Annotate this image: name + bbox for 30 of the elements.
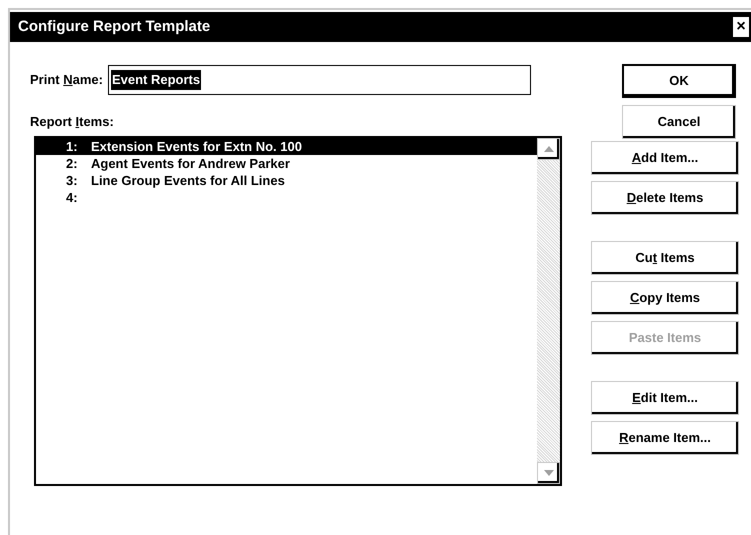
scrollbar[interactable]	[537, 138, 560, 484]
print-name-label: Print Name:	[30, 71, 103, 90]
item-text: Agent Events for Andrew Parker	[91, 157, 290, 170]
down-arrow-icon	[544, 470, 554, 476]
item-number: 2:	[66, 157, 79, 170]
scroll-down-button[interactable]	[537, 462, 560, 484]
action-button[interactable]: Delete Items	[591, 181, 739, 215]
item-number: 4:	[66, 191, 79, 204]
item-text: Extension Events for Extn No. 100	[91, 140, 302, 153]
window-title: Configure Report Template	[18, 16, 210, 37]
close-button[interactable]: ×	[733, 17, 749, 37]
item-number: 3:	[66, 174, 79, 187]
list-item[interactable]: 3: Line Group Events for All Lines	[36, 172, 537, 189]
list-item[interactable]: 4:	[36, 189, 537, 206]
action-button[interactable]: Copy Items	[591, 281, 739, 315]
scroll-up-button[interactable]	[537, 138, 560, 160]
list-item[interactable]: 1: Extension Events for Extn No. 100	[36, 138, 537, 155]
action-button[interactable]: Rename Item...	[591, 421, 739, 455]
item-number: 1:	[66, 140, 79, 153]
report-items-label: Report Items:	[30, 113, 114, 131]
report-items-list[interactable]: 1: Extension Events for Extn No. 100 2: Agent Events for Andrew Parker 3: Line Group Events for All Lines 4:	[34, 136, 562, 486]
action-button[interactable]: Add Item...	[591, 141, 739, 175]
item-text: Line Group Events for All Lines	[91, 174, 285, 187]
action-button[interactable]: Edit Item...	[591, 381, 739, 415]
print-name-field[interactable]: Event Reports	[108, 65, 531, 95]
list-item[interactable]: 2: Agent Events for Andrew Parker	[36, 155, 537, 172]
cancel-button[interactable]: Cancel	[622, 105, 736, 139]
up-arrow-icon	[544, 146, 554, 152]
action-button[interactable]: Cut Items	[591, 241, 739, 275]
ok-button[interactable]: OK	[622, 64, 736, 98]
